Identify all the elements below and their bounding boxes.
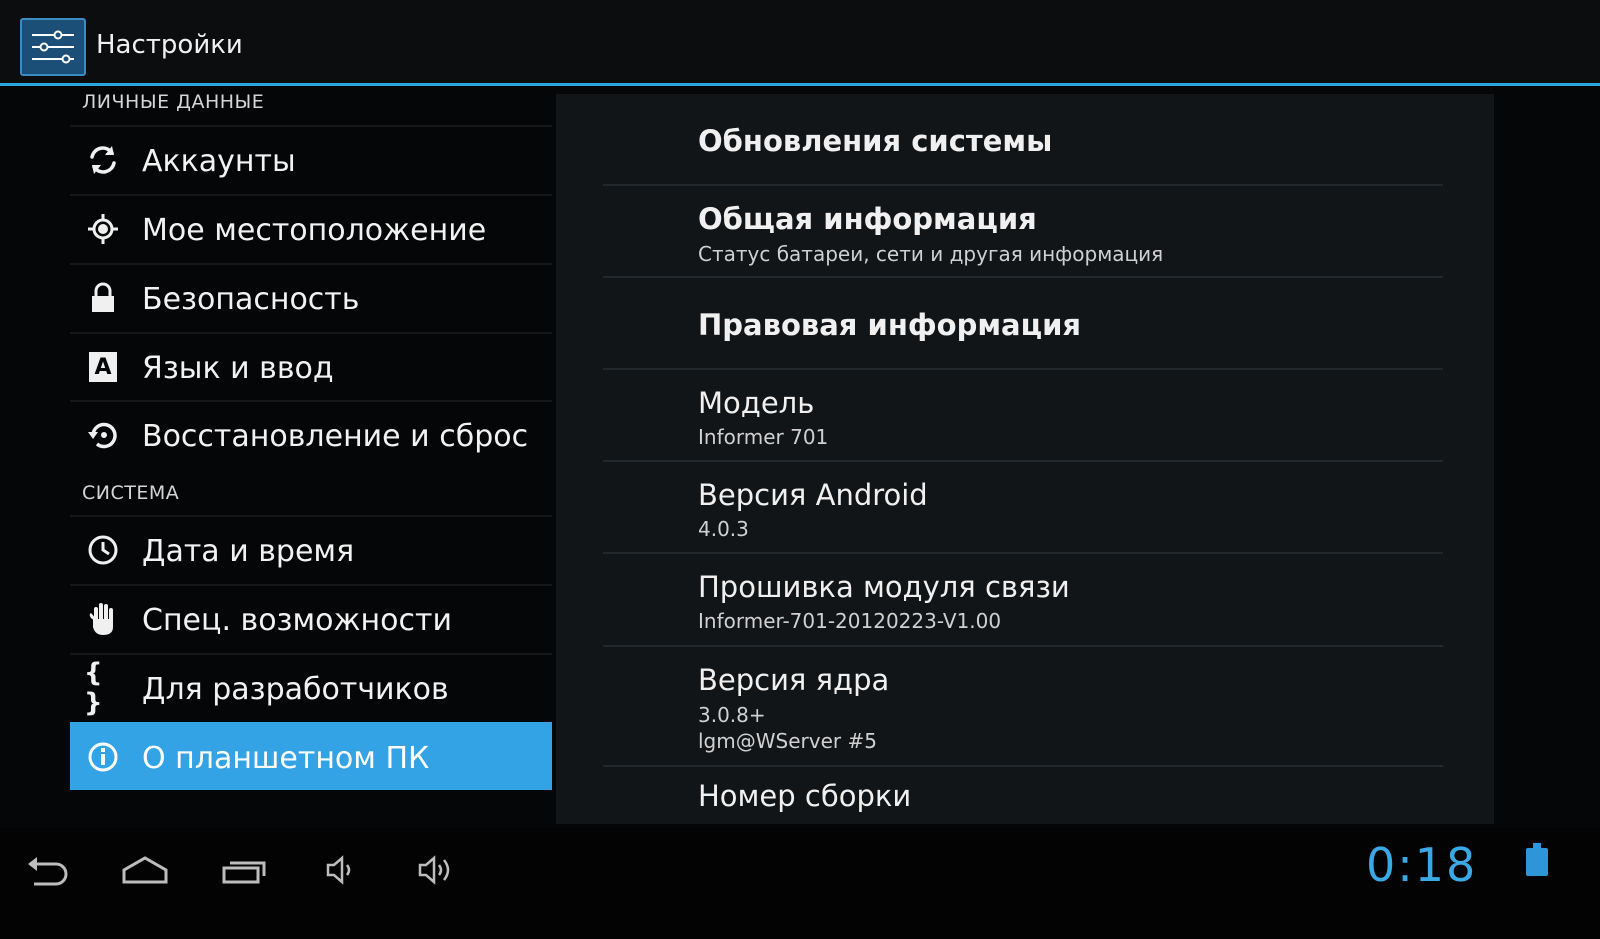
- row-subtitle-2: lgm@WServer #5: [698, 729, 877, 753]
- row-title: Общая информация: [698, 202, 1037, 236]
- sidebar-item-accessibility[interactable]: Спец. возможности: [70, 584, 552, 652]
- action-bar: Настройки: [0, 0, 1600, 86]
- volume-up-icon[interactable]: [416, 852, 460, 892]
- clock-icon: [84, 532, 122, 568]
- row-build-number[interactable]: Номер сборки: [603, 767, 1443, 825]
- language-icon: A: [84, 349, 122, 385]
- row-title: Обновления системы: [698, 124, 1053, 158]
- back-icon[interactable]: [24, 852, 70, 892]
- section-header-personal: ЛИЧНЫЕ ДАННЫЕ: [82, 91, 265, 113]
- lock-icon: [84, 280, 122, 316]
- row-title: Версия ядра: [698, 663, 890, 697]
- sidebar-item-label: О планшетном ПК: [142, 741, 430, 776]
- row-title: Версия Android: [698, 478, 928, 512]
- sidebar-item-label: Спец. возможности: [142, 603, 452, 638]
- divider: [70, 515, 552, 517]
- divider: [70, 194, 552, 196]
- row-subtitle: Статус батареи, сети и другая информация: [698, 242, 1164, 266]
- braces-icon: { }: [84, 658, 103, 718]
- row-subtitle: Informer-701-20120223-V1.00: [698, 609, 1002, 633]
- home-icon[interactable]: [120, 852, 170, 892]
- sidebar-item-accounts[interactable]: Аккаунты: [70, 125, 552, 193]
- app-title: Настройки: [96, 30, 243, 60]
- divider: [70, 653, 552, 655]
- info-icon: [84, 739, 122, 775]
- sidebar-item-label: Аккаунты: [142, 144, 296, 179]
- divider: [70, 263, 552, 265]
- sidebar-item-label: Безопасность: [142, 282, 360, 317]
- row-title: Правовая информация: [698, 308, 1082, 342]
- sync-icon: [84, 142, 122, 178]
- location-icon: [84, 211, 122, 247]
- sidebar-item-language[interactable]: A Язык и ввод: [70, 332, 552, 400]
- sidebar-item-about-tablet[interactable]: О планшетном ПК: [70, 722, 552, 790]
- row-android-version[interactable]: Версия Android 4.0.3: [603, 462, 1443, 554]
- divider: [70, 584, 552, 586]
- sidebar-item-label: Дата и время: [142, 534, 355, 569]
- clock[interactable]: 0:18: [1366, 838, 1477, 892]
- row-title: Модель: [698, 386, 815, 420]
- battery-icon[interactable]: [1526, 843, 1548, 876]
- sidebar-item-label: Язык и ввод: [142, 351, 334, 386]
- sidebar-item-backup-reset[interactable]: Восстановление и сброс: [70, 400, 552, 468]
- recent-apps-icon[interactable]: [220, 852, 270, 892]
- row-title: Номер сборки: [698, 779, 912, 813]
- section-header-system: СИСТЕМА: [82, 482, 180, 504]
- restore-icon: [84, 417, 122, 453]
- row-legal-info[interactable]: Правовая информация: [603, 278, 1443, 370]
- row-subtitle: 3.0.8+: [698, 703, 766, 727]
- divider: [70, 332, 552, 334]
- row-system-updates[interactable]: Обновления системы: [603, 94, 1443, 186]
- sidebar-item-security[interactable]: Безопасность: [70, 263, 552, 331]
- row-subtitle: 4.0.3: [698, 517, 749, 541]
- row-kernel-version: Версия ядра 3.0.8+ lgm@WServer #5: [603, 647, 1443, 767]
- sidebar-item-label: Мое местоположение: [142, 213, 487, 248]
- row-model: Модель Informer 701: [603, 370, 1443, 462]
- row-title: Прошивка модуля связи: [698, 570, 1070, 604]
- volume-down-icon[interactable]: [324, 852, 360, 892]
- sidebar-item-location[interactable]: Мое местоположение: [70, 194, 552, 262]
- sidebar-item-developer[interactable]: { } Для разработчиков: [70, 653, 552, 721]
- language-icon-glyph: A: [89, 352, 117, 382]
- hand-icon: [84, 601, 122, 637]
- settings-sliders-icon[interactable]: [20, 18, 86, 76]
- sidebar-item-label: Восстановление и сброс: [142, 419, 529, 454]
- row-baseband: Прошивка модуля связи Informer-701-20120…: [603, 554, 1443, 647]
- sidebar-item-label: Для разработчиков: [142, 672, 449, 707]
- sidebar-item-date-time[interactable]: Дата и время: [70, 515, 552, 583]
- row-subtitle: Informer 701: [698, 425, 829, 449]
- divider: [70, 400, 552, 402]
- row-general-info[interactable]: Общая информация Статус батареи, сети и …: [603, 186, 1443, 278]
- divider: [70, 125, 552, 127]
